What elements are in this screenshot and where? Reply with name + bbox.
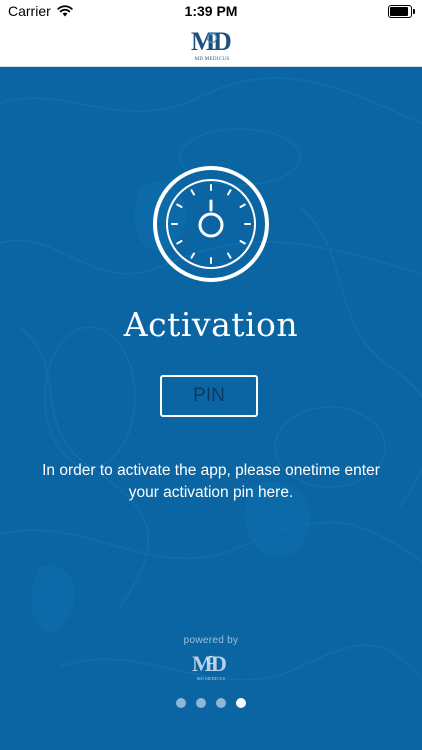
md-medicus-logo: M D MD MEDICUS (189, 26, 235, 62)
status-bar: Carrier 1:39 PM (0, 0, 422, 22)
page-dot-1[interactable] (176, 698, 186, 708)
app-header: M D MD MEDICUS (0, 22, 422, 67)
combination-lock-icon (153, 166, 269, 282)
battery-level (390, 7, 408, 16)
header-logo-text: MD MEDICUS (194, 57, 230, 62)
battery-icon (388, 5, 415, 18)
pin-input[interactable] (160, 375, 258, 417)
page-dot-2[interactable] (196, 698, 206, 708)
page-dot-3[interactable] (216, 698, 226, 708)
activation-instructions: In order to activate the app, please one… (42, 462, 380, 501)
md-logo-icon: M D (191, 27, 232, 56)
powered-by-label: powered by (183, 635, 239, 646)
page-title: Activation (123, 305, 299, 344)
activation-panel: Activation In order to activate the app,… (0, 67, 422, 750)
footer-logo-text: MD MEDICUS (197, 676, 226, 681)
status-time: 1:39 PM (184, 3, 238, 19)
svg-text:M: M (191, 27, 216, 54)
page-indicator (0, 698, 422, 708)
page-dot-4-active[interactable] (236, 698, 246, 708)
footer-logo-icon: M D MD MEDICUS (192, 651, 227, 681)
